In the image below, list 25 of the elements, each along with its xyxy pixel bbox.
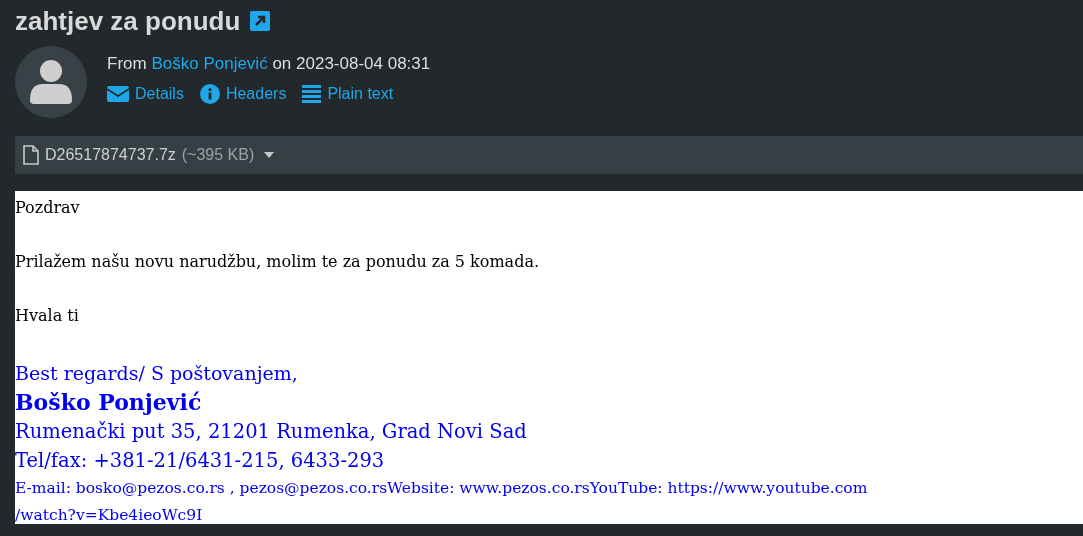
body-paragraph: Hvala ti	[15, 305, 80, 327]
from-label: From	[107, 54, 147, 73]
info-icon	[199, 84, 220, 104]
signature-line: Best regards/ S poštovanjem,	[15, 361, 299, 386]
sender-link[interactable]: Boško Ponjević	[151, 54, 268, 73]
avatar-icon	[15, 46, 87, 118]
attachment-name[interactable]: D26517874737.7z	[45, 146, 176, 164]
lines-icon	[302, 85, 322, 103]
dropdown-caret-icon[interactable]	[264, 152, 275, 158]
signature-line: Tel/fax: +381-21/6431-215, 6433-293	[15, 448, 386, 474]
message-subject: zahtjev za ponudu	[15, 5, 241, 37]
attachment-size: (~395 KB)	[181, 146, 255, 164]
external-link-icon[interactable]	[250, 11, 271, 31]
signature-line: /watch?v=Kbe4ieoWc9I	[15, 505, 204, 526]
body-paragraph: Prilažem našu novu narudžbu, molim te za ponudu za 5 komada.	[15, 251, 541, 273]
body-paragraph: Pozdrav	[15, 197, 81, 219]
header-action-link[interactable]: Plain text	[302, 84, 394, 104]
envelope-icon	[107, 86, 129, 102]
signature-line: E-mail: bosko@pezos.co.rs , pezos@pezos.co.rsWebsite: www.pezos.co.rsYouTube: https://www.youtube.com	[15, 478, 869, 499]
signature-line: Boško Ponjević	[15, 388, 203, 417]
header-action-link[interactable]: Headers	[199, 84, 287, 104]
date-text: on 2023-08-04 08:31	[272, 54, 431, 73]
header-action-link[interactable]: Details	[107, 84, 184, 104]
file-icon	[23, 145, 39, 165]
signature-line: Rumenački put 35, 21201 Rumenka, Grad Novi Sad	[15, 419, 528, 445]
